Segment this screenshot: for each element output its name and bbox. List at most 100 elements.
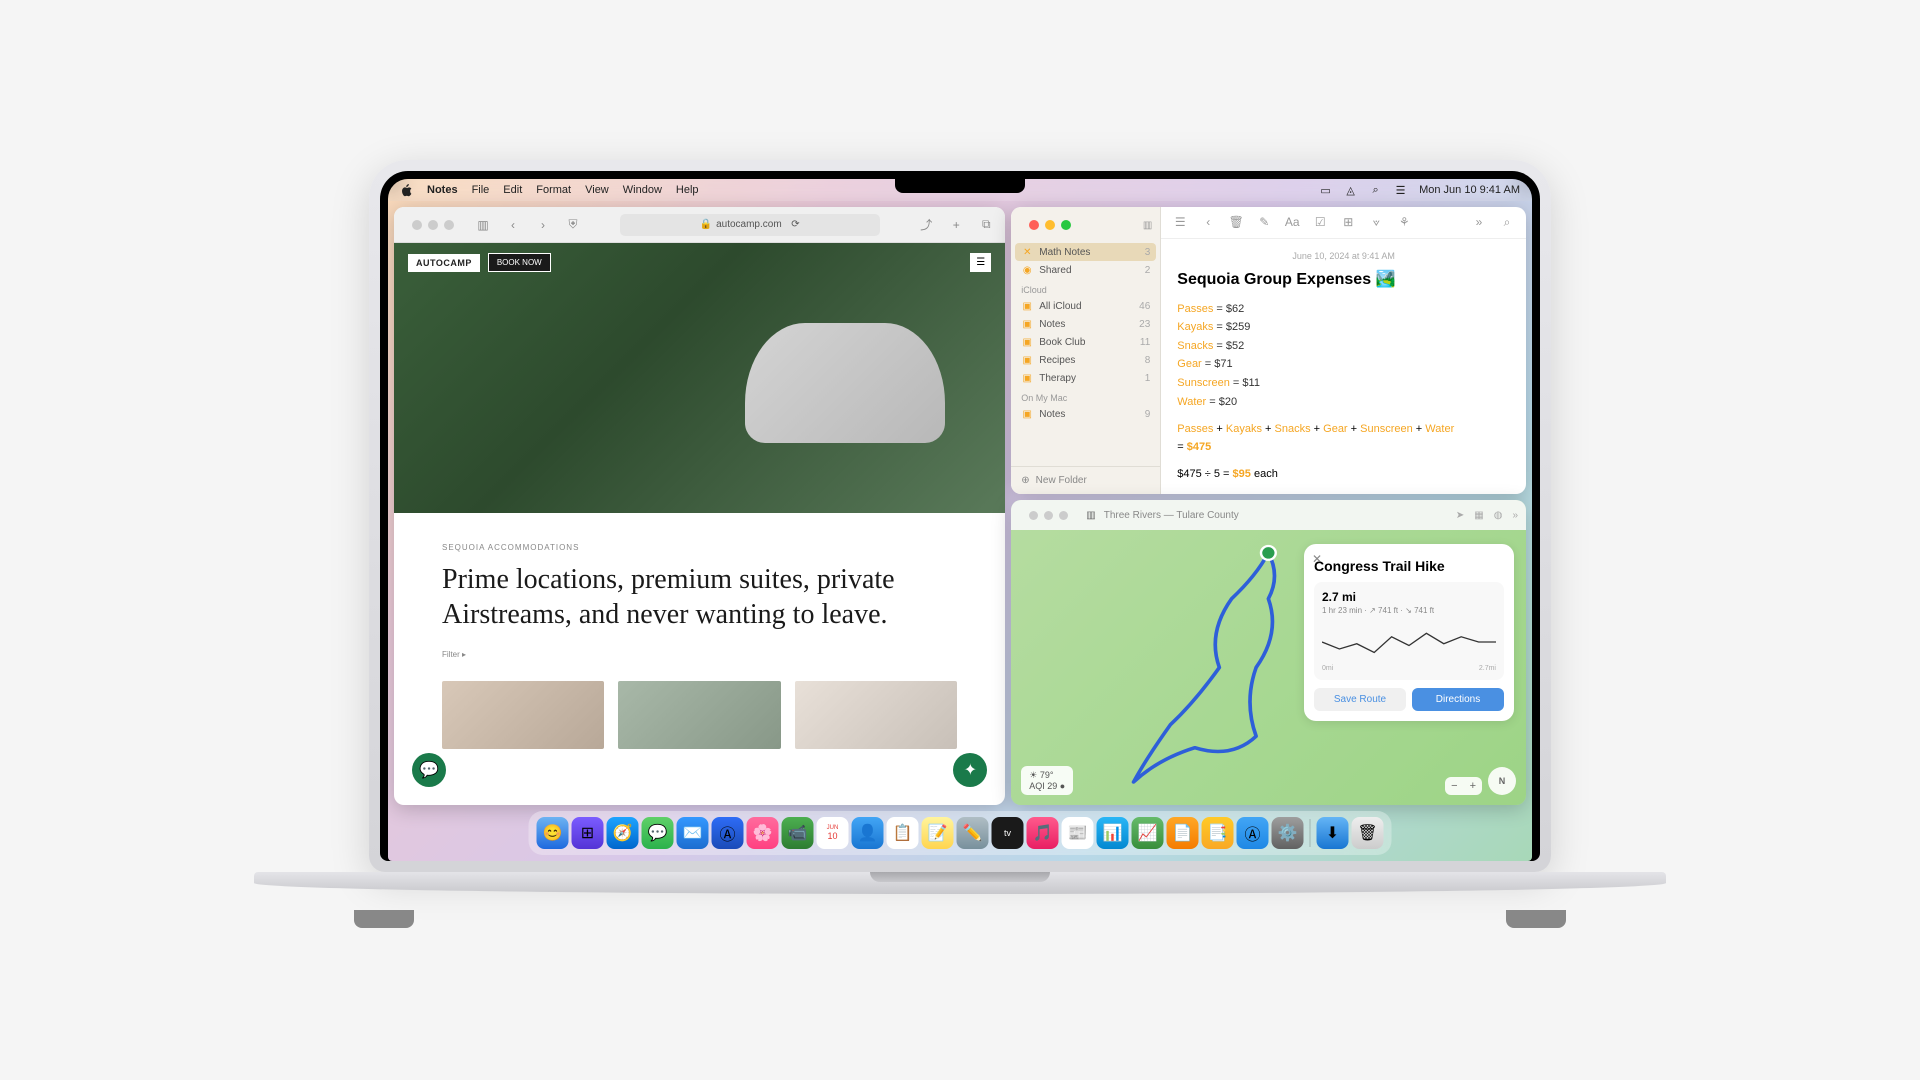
sidebar-toggle-icon[interactable]: ▥ <box>1143 220 1152 231</box>
dock-notes-icon[interactable]: 📝 <box>922 817 954 849</box>
division-result: $95 <box>1233 468 1251 480</box>
sidebar-item-book-club[interactable]: ▣Book Club11 <box>1011 333 1160 351</box>
dock-freeform-icon[interactable]: ✏️ <box>957 817 989 849</box>
sidebar-item-shared[interactable]: ◉ Shared 2 <box>1011 261 1160 279</box>
notes-traffic-lights[interactable] <box>1019 212 1081 238</box>
battery-icon[interactable]: ▭ <box>1319 184 1332 197</box>
note-expense-line: Gear = $71 <box>1177 356 1510 374</box>
dock-appstore-icon[interactable]: Ⓐ <box>712 817 744 849</box>
dock-messages-icon[interactable]: 💬 <box>642 817 674 849</box>
dock-safari-icon[interactable]: 🧭 <box>607 817 639 849</box>
save-route-button[interactable]: Save Route <box>1314 688 1406 711</box>
zoom-out-icon[interactable]: − <box>1445 777 1463 795</box>
dock-photos-icon[interactable]: 🌸 <box>747 817 779 849</box>
dock-finder-icon[interactable]: 😊 <box>537 817 569 849</box>
maps-more-icon[interactable]: » <box>1512 510 1518 521</box>
maps-sidebar-icon[interactable]: ▥ <box>1086 510 1095 521</box>
book-now-button[interactable]: BOOK NOW <box>488 253 551 272</box>
safari-address-bar[interactable]: 🔒 autocamp.com ⟳ <box>620 214 880 236</box>
folder-icon: ▣ <box>1021 318 1033 330</box>
dock-mail-icon[interactable]: ✉️ <box>677 817 709 849</box>
dock-tv-icon[interactable]: tv <box>992 817 1024 849</box>
safari-tabs-button[interactable]: ⧉ <box>975 214 997 236</box>
dock-numbers-icon[interactable]: 📈 <box>1132 817 1164 849</box>
close-icon[interactable]: ✕ <box>1312 552 1322 566</box>
menu-help[interactable]: Help <box>676 184 699 196</box>
attachment-icon[interactable]: ⟇ <box>1367 215 1385 230</box>
accommodation-thumb[interactable] <box>795 681 957 749</box>
hike-card: ✕ Congress Trail Hike 2.7 mi 1 hr 23 min… <box>1304 544 1514 721</box>
sidebar-item-label: Math Notes <box>1039 247 1090 258</box>
menubar-datetime[interactable]: Mon Jun 10 9:41 AM <box>1419 184 1520 196</box>
map-canvas[interactable]: ✕ Congress Trail Hike 2.7 mi 1 hr 23 min… <box>1011 530 1526 805</box>
safari-forward-button[interactable]: › <box>532 214 554 236</box>
notes-toolbar: ☰ ‹ 🗑 ✎ Aa ☑ ⊞ ⟇ ⚘ <box>1161 207 1526 239</box>
safari-shield-icon[interactable]: ⛨ <box>562 214 584 236</box>
sidebar-item-math-notes[interactable]: ✕ Math Notes 3 <box>1015 243 1156 261</box>
safari-newtab-button[interactable]: + <box>945 214 967 236</box>
dock-news-icon[interactable]: 📰 <box>1062 817 1094 849</box>
back-icon[interactable]: ‹ <box>1199 215 1217 229</box>
sidebar-item-notes[interactable]: ▣Notes23 <box>1011 315 1160 333</box>
dock-pages-icon[interactable]: 📄 <box>1167 817 1199 849</box>
link-icon[interactable]: ⚘ <box>1395 215 1413 229</box>
sidebar-item-all-icloud[interactable]: ▣All iCloud46 <box>1011 297 1160 315</box>
menu-file[interactable]: File <box>472 184 490 196</box>
dock-settings-icon[interactable]: ⚙️ <box>1272 817 1304 849</box>
safari-share-button[interactable]: ⤴ <box>915 214 937 236</box>
directions-button[interactable]: Directions <box>1412 688 1504 711</box>
dock-reminders-icon[interactable]: 📋 <box>887 817 919 849</box>
dock-launchpad-icon[interactable]: ⊞ <box>572 817 604 849</box>
hamburger-menu-icon[interactable]: ☰ <box>970 253 991 272</box>
accommodation-thumb[interactable] <box>618 681 780 749</box>
note-editor[interactable]: June 10, 2024 at 9:41 AM Sequoia Group E… <box>1161 239 1526 494</box>
menubar-app-name[interactable]: Notes <box>427 184 458 196</box>
spotlight-icon[interactable]: ⌕ <box>1369 184 1382 197</box>
sidebar-item-recipes[interactable]: ▣Recipes8 <box>1011 351 1160 369</box>
new-folder-button[interactable]: ⊕New Folder <box>1011 466 1160 494</box>
text-format-icon[interactable]: Aa <box>1283 215 1301 229</box>
menu-format[interactable]: Format <box>536 184 571 196</box>
apple-logo-icon[interactable] <box>400 184 413 197</box>
safari-sidebar-toggle[interactable]: ▥ <box>472 214 494 236</box>
menu-view[interactable]: View <box>585 184 609 196</box>
autocamp-logo[interactable]: AUTOCAMP <box>408 254 480 272</box>
maps-traffic-lights[interactable] <box>1019 503 1078 528</box>
dock-appstore2-icon[interactable]: Ⓐ <box>1237 817 1269 849</box>
maps-layers-icon[interactable]: ▦ <box>1474 510 1483 521</box>
more-icon[interactable]: » <box>1470 215 1488 229</box>
sidebar-item-therapy[interactable]: ▣Therapy1 <box>1011 369 1160 387</box>
compass[interactable]: N <box>1488 767 1516 795</box>
filter-control[interactable]: Filter ▸ <box>442 650 957 659</box>
weather-badge[interactable]: ☀ 79° AQI 29 ● <box>1021 766 1073 795</box>
chat-fab-icon[interactable]: 💬 <box>412 753 446 787</box>
safari-traffic-lights[interactable] <box>402 212 464 238</box>
dock-keynote-icon[interactable]: 📊 <box>1097 817 1129 849</box>
accommodation-thumb[interactable] <box>442 681 604 749</box>
accessibility-fab-icon[interactable]: ✦ <box>953 753 987 787</box>
dock-music-icon[interactable]: 🎵 <box>1027 817 1059 849</box>
menu-edit[interactable]: Edit <box>503 184 522 196</box>
trash-icon[interactable]: 🗑 <box>1227 215 1245 229</box>
maps-location-icon[interactable]: ➤ <box>1456 510 1464 521</box>
safari-back-button[interactable]: ‹ <box>502 214 524 236</box>
sidebar-item-onmymac-notes[interactable]: ▣Notes9 <box>1011 405 1160 423</box>
search-icon[interactable]: ⌕ <box>1498 215 1516 230</box>
table-icon[interactable]: ⊞ <box>1339 215 1357 229</box>
zoom-control[interactable]: −+ <box>1445 777 1482 795</box>
menu-window[interactable]: Window <box>623 184 662 196</box>
control-center-icon[interactable]: ☰ <box>1394 184 1407 197</box>
list-view-icon[interactable]: ☰ <box>1171 215 1189 229</box>
sidebar-item-label: Notes <box>1039 409 1065 420</box>
zoom-in-icon[interactable]: + <box>1464 777 1482 795</box>
dock-trash-icon[interactable]: 🗑 <box>1352 817 1384 849</box>
checklist-icon[interactable]: ☑ <box>1311 215 1329 229</box>
dock-contacts-icon[interactable]: 👤 <box>852 817 884 849</box>
compose-icon[interactable]: ✎ <box>1255 215 1273 229</box>
dock-calendar-icon[interactable]: JUN10 <box>817 817 849 849</box>
maps-3d-icon[interactable]: ◍ <box>1494 510 1503 521</box>
wifi-icon[interactable]: ◬ <box>1344 184 1357 197</box>
dock-facetime-icon[interactable]: 📹 <box>782 817 814 849</box>
dock-pages2-icon[interactable]: 📑 <box>1202 817 1234 849</box>
dock-downloads-icon[interactable]: ⬇ <box>1317 817 1349 849</box>
